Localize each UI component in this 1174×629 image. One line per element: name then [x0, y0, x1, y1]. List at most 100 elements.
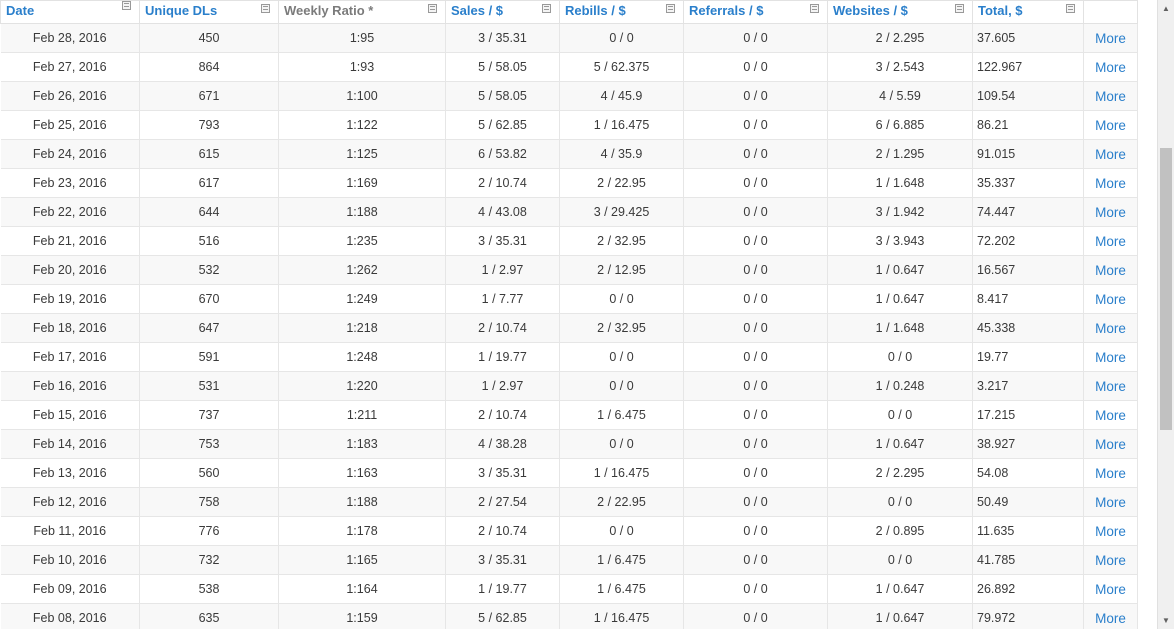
cell-date: Feb 16, 2016 — [0, 371, 140, 401]
table-row: Feb 14, 2016 753 1:183 4 / 38.28 0 / 00 / 01… — [0, 429, 1138, 459]
more-link[interactable]: More — [1095, 234, 1126, 249]
sort-icon[interactable] — [1066, 4, 1075, 13]
cell-referrals: 0 / 0 — [683, 52, 828, 82]
column-header-referrals[interactable]: Referrals / $ — [683, 0, 828, 24]
more-link[interactable]: More — [1095, 553, 1126, 568]
table-row: Feb 27, 2016 864 1:93 5 / 58.05 5 / 62.375 0 … — [0, 52, 1138, 82]
cell-weekly-ratio: 1:122 — [278, 110, 446, 140]
table-body: Feb 28, 2016 450 1:95 3 / 35.31 0 / 00 / 02 … — [0, 23, 1138, 629]
scrollbar-thumb[interactable] — [1160, 148, 1172, 430]
more-link[interactable]: More — [1095, 205, 1126, 220]
sort-icon[interactable] — [666, 4, 675, 13]
table-row: Feb 19, 2016 670 1:249 1 / 7.77 0 / 00 / 01 … — [0, 284, 1138, 314]
cell-referrals: 0 / 0 — [683, 342, 828, 372]
cell-date: Feb 14, 2016 — [0, 429, 140, 459]
cell-websites: 0 / 0 — [827, 400, 973, 430]
cell-rebills: 0 / 0 — [559, 23, 684, 53]
cell-date: Feb 10, 2016 — [0, 545, 140, 575]
column-header-websites[interactable]: Websites / $ — [827, 0, 973, 24]
table-row: Feb 08, 2016 635 1:159 5 / 62.85 1 / 16.475 0… — [0, 603, 1138, 629]
cell-date: Feb 12, 2016 — [0, 487, 140, 517]
sort-icon[interactable] — [955, 4, 964, 13]
cell-sales: 2 / 10.74 — [445, 313, 560, 343]
cell-websites: 1 / 1.648 — [827, 313, 973, 343]
cell-sales: 2 / 10.74 — [445, 516, 560, 546]
cell-unique-dls: 737 — [139, 400, 279, 430]
column-header-weekly-ratio: Weekly Ratio * — [278, 0, 446, 24]
cell-unique-dls: 864 — [139, 52, 279, 82]
cell-referrals: 0 / 0 — [683, 400, 828, 430]
cell-weekly-ratio: 1:93 — [278, 52, 446, 82]
cell-weekly-ratio: 1:100 — [278, 81, 446, 111]
table-row: Feb 18, 2016 647 1:218 2 / 10.74 2 / 32.95 0 … — [0, 313, 1138, 343]
more-link[interactable]: More — [1095, 408, 1126, 423]
cell-more: More — [1083, 574, 1138, 604]
cell-weekly-ratio: 1:220 — [278, 371, 446, 401]
cell-weekly-ratio: 1:125 — [278, 139, 446, 169]
more-link[interactable]: More — [1095, 524, 1126, 539]
cell-rebills: 3 / 29.425 — [559, 197, 684, 227]
column-header-total[interactable]: Total, $ — [972, 0, 1084, 24]
cell-date: Feb 17, 2016 — [0, 342, 140, 372]
cell-websites: 1 / 0.647 — [827, 603, 973, 629]
more-link[interactable]: More — [1095, 437, 1126, 452]
cell-referrals: 0 / 0 — [683, 429, 828, 459]
cell-unique-dls: 516 — [139, 226, 279, 256]
more-link[interactable]: More — [1095, 263, 1126, 278]
cell-total: 86.21 — [972, 110, 1084, 140]
cell-referrals: 0 / 0 — [683, 313, 828, 343]
sort-icon[interactable] — [122, 1, 131, 10]
more-link[interactable]: More — [1095, 379, 1126, 394]
more-link[interactable]: More — [1095, 611, 1126, 626]
table-row: Feb 15, 2016 737 1:211 2 / 10.74 1 / 6.475 0 … — [0, 400, 1138, 430]
table-row: Feb 26, 2016 671 1:100 5 / 58.05 4 / 45.9 0 /… — [0, 81, 1138, 111]
cell-unique-dls: 532 — [139, 255, 279, 285]
cell-websites: 0 / 0 — [827, 342, 973, 372]
column-header-date[interactable]: Date — [0, 0, 140, 24]
more-link[interactable]: More — [1095, 582, 1126, 597]
more-link[interactable]: More — [1095, 495, 1126, 510]
cell-rebills: 5 / 62.375 — [559, 52, 684, 82]
column-header-rebills[interactable]: Rebills / $ — [559, 0, 684, 24]
sort-icon[interactable] — [542, 4, 551, 13]
sort-icon[interactable] — [261, 4, 270, 13]
cell-unique-dls: 591 — [139, 342, 279, 372]
cell-date: Feb 27, 2016 — [0, 52, 140, 82]
more-link[interactable]: More — [1095, 118, 1126, 133]
sort-icon[interactable] — [810, 4, 819, 13]
cell-websites: 6 / 6.885 — [827, 110, 973, 140]
vertical-scrollbar[interactable]: ▲ ▼ — [1157, 0, 1174, 629]
column-header-unique-dls[interactable]: Unique DLs — [139, 0, 279, 24]
cell-websites: 1 / 1.648 — [827, 168, 973, 198]
more-link[interactable]: More — [1095, 292, 1126, 307]
column-header-sales[interactable]: Sales / $ — [445, 0, 560, 24]
cell-more: More — [1083, 23, 1138, 53]
scroll-up-arrow-icon[interactable]: ▲ — [1158, 0, 1174, 17]
more-link[interactable]: More — [1095, 31, 1126, 46]
cell-date: Feb 22, 2016 — [0, 197, 140, 227]
cell-total: 16.567 — [972, 255, 1084, 285]
cell-weekly-ratio: 1:188 — [278, 197, 446, 227]
cell-date: Feb 24, 2016 — [0, 139, 140, 169]
more-link[interactable]: More — [1095, 176, 1126, 191]
cell-unique-dls: 450 — [139, 23, 279, 53]
cell-more: More — [1083, 342, 1138, 372]
cell-websites: 3 / 3.943 — [827, 226, 973, 256]
cell-sales: 1 / 2.97 — [445, 371, 560, 401]
scroll-down-arrow-icon[interactable]: ▼ — [1158, 612, 1174, 629]
table-header-row: Date Unique DLs Weekly Ratio * Sales / $… — [0, 0, 1138, 24]
more-link[interactable]: More — [1095, 60, 1126, 75]
sort-icon — [428, 4, 437, 13]
cell-total: 26.892 — [972, 574, 1084, 604]
table-row: Feb 24, 2016 615 1:125 6 / 53.82 4 / 35.9 0 /… — [0, 139, 1138, 169]
more-link[interactable]: More — [1095, 321, 1126, 336]
more-link[interactable]: More — [1095, 89, 1126, 104]
stats-table-viewport: Date Unique DLs Weekly Ratio * Sales / $… — [0, 0, 1157, 629]
cell-date: Feb 18, 2016 — [0, 313, 140, 343]
more-link[interactable]: More — [1095, 350, 1126, 365]
cell-more: More — [1083, 400, 1138, 430]
more-link[interactable]: More — [1095, 147, 1126, 162]
cell-websites: 2 / 2.295 — [827, 458, 973, 488]
cell-total: 38.927 — [972, 429, 1084, 459]
more-link[interactable]: More — [1095, 466, 1126, 481]
